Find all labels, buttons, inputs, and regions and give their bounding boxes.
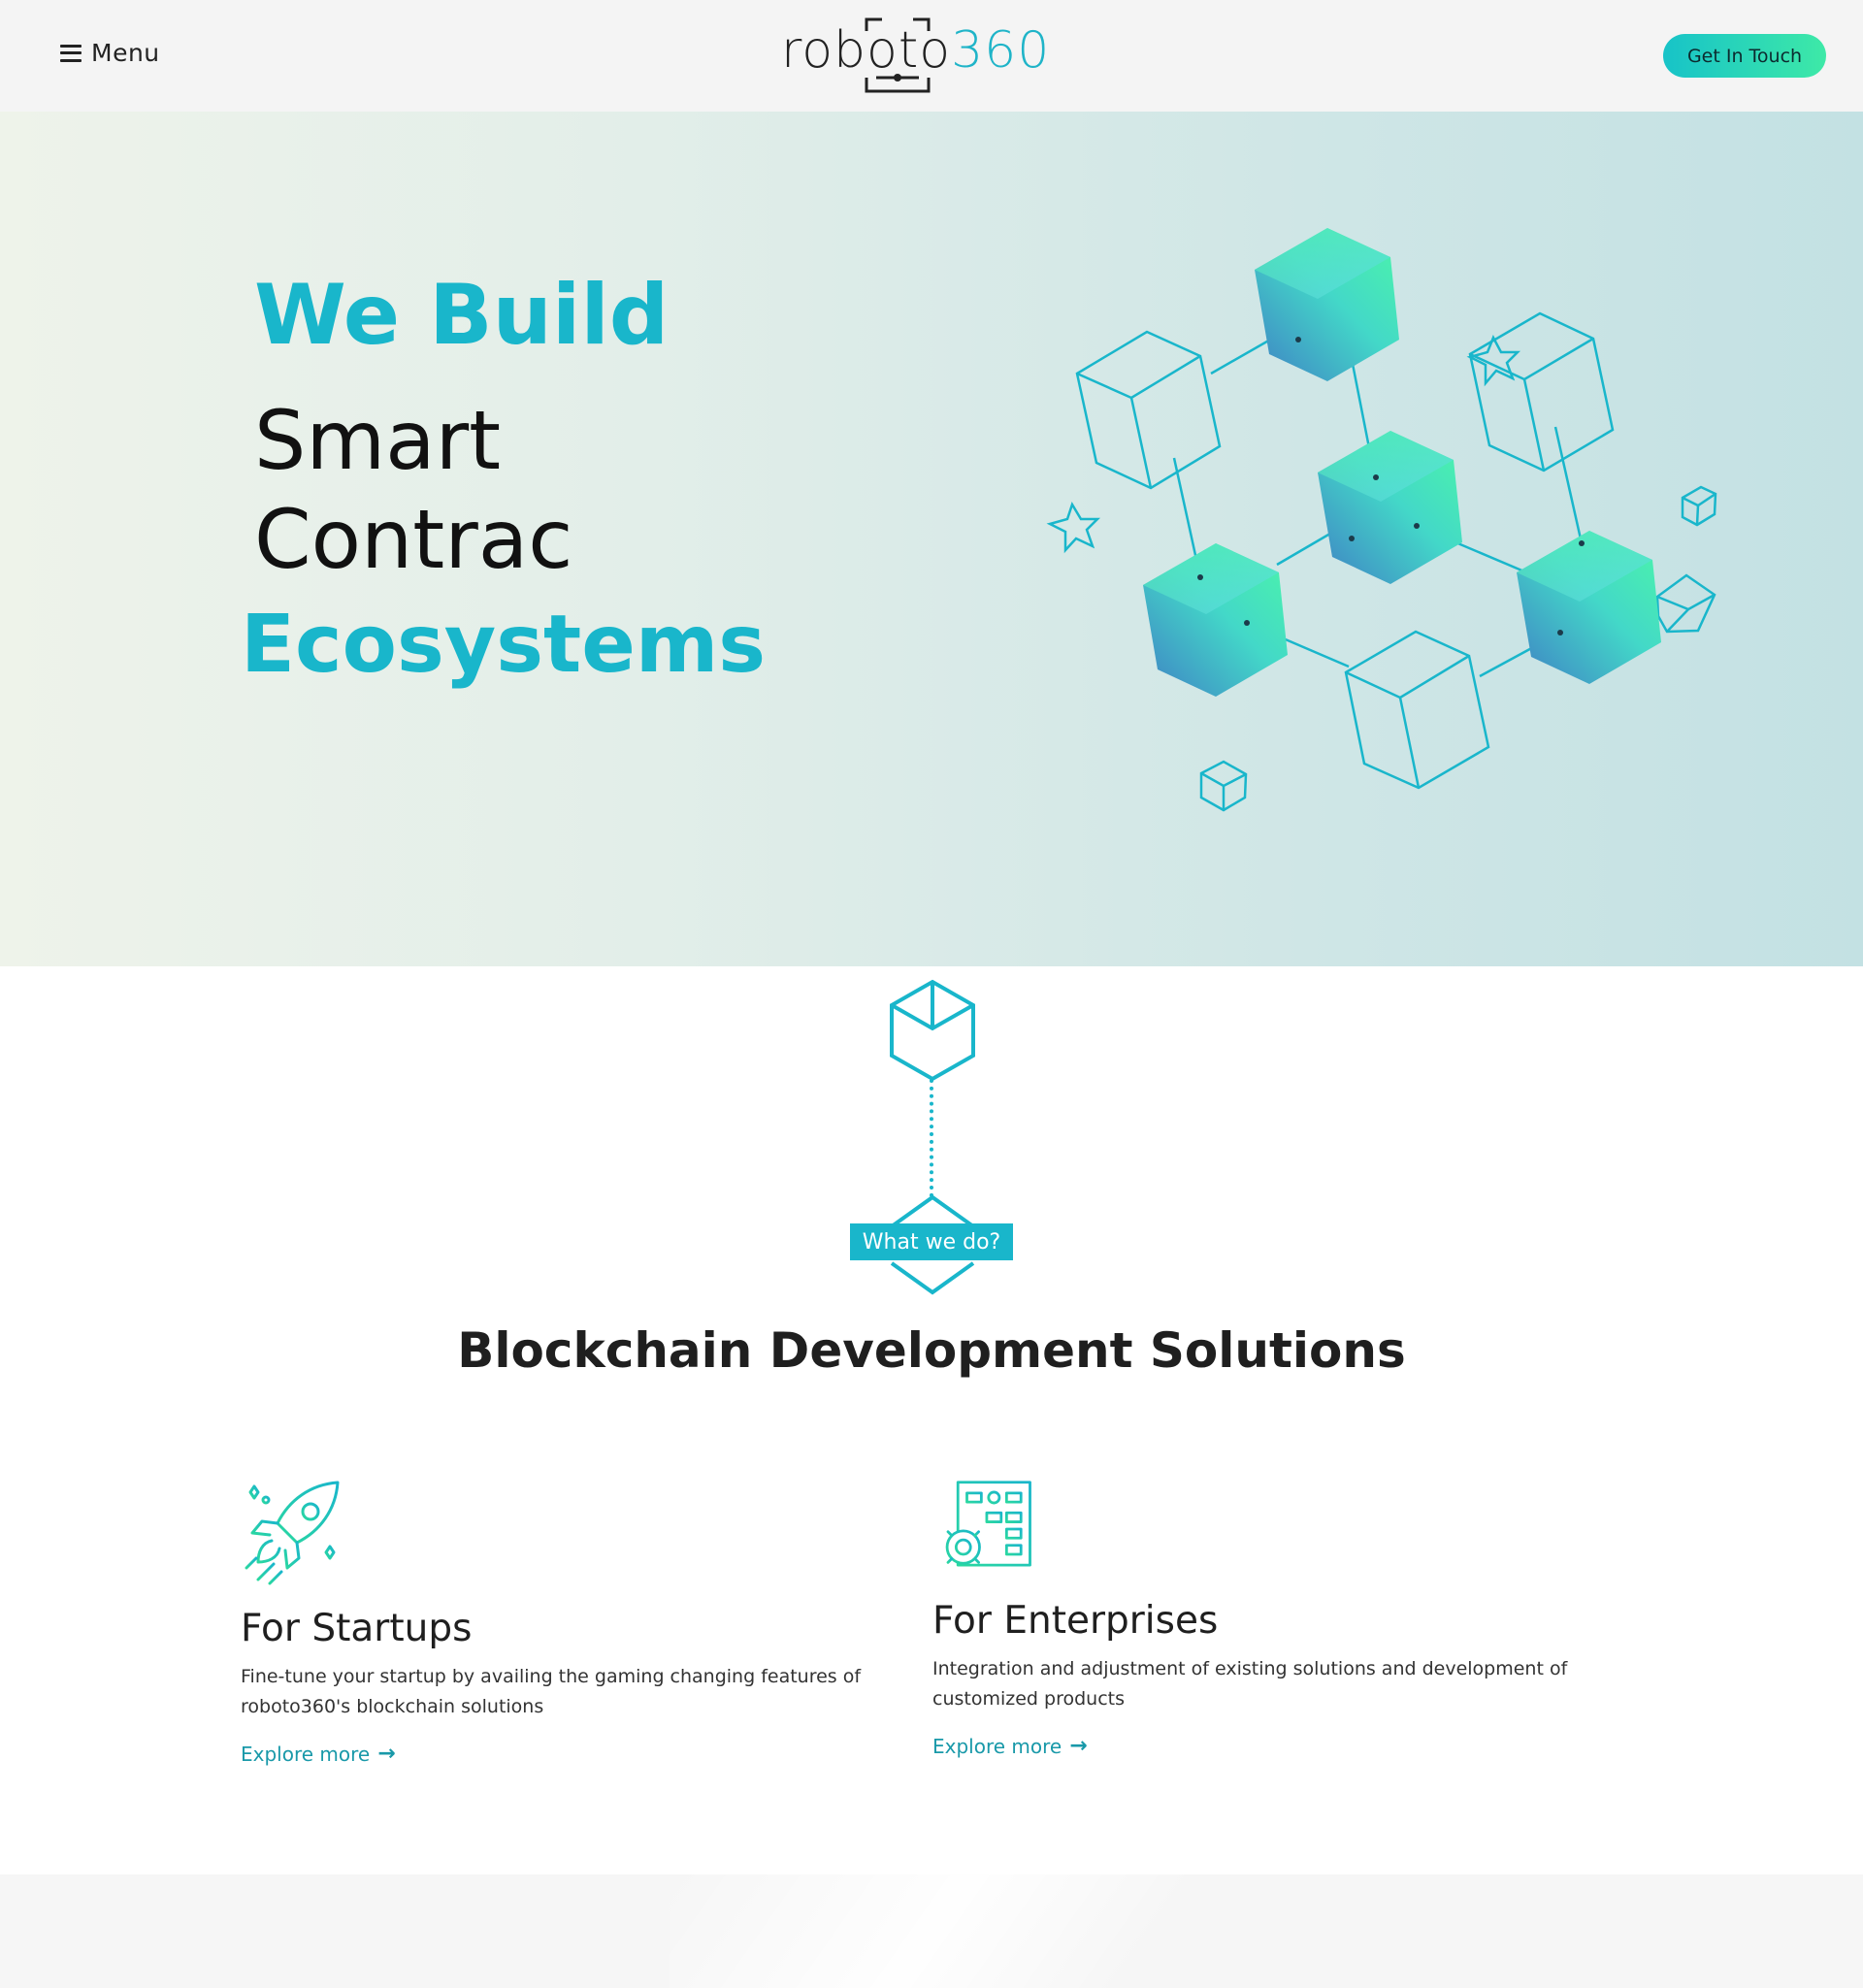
dotted-connector	[930, 1079, 933, 1197]
outline-cube-right	[1468, 311, 1615, 473]
card-title: For Enterprises	[932, 1599, 1219, 1643]
hero-headline-ecosystems: Ecosystems	[241, 599, 767, 691]
solid-cube-right	[1517, 531, 1661, 684]
card-description: Fine-tune your startup by availing the g…	[241, 1666, 862, 1717]
menu-button[interactable]: Menu	[60, 39, 160, 67]
logo-frame-icon	[865, 17, 931, 93]
hero-headline-smart: Smart	[254, 393, 502, 488]
rocket-icon	[243, 1481, 340, 1585]
decorative-light-shape	[670, 1874, 1349, 1988]
next-section-background	[0, 1874, 1863, 1988]
logo[interactable]: roboto360	[781, 17, 1049, 95]
outline-cube-left	[1075, 330, 1222, 490]
card-enterprises: For Enterprises Integration and adjustme…	[932, 1479, 1612, 1758]
star-top-right	[1466, 335, 1521, 387]
hero-section: We Build Smart Contrac Ecosystems	[0, 112, 1863, 966]
small-cube-right	[1655, 573, 1716, 634]
outline-cube-bottom	[1344, 630, 1490, 790]
card-description: Integration and adjustment of existing s…	[932, 1658, 1568, 1710]
section-title: Blockchain Development Solutions	[457, 1322, 1406, 1379]
blockchain-cubes-illustration	[1046, 228, 1717, 812]
solid-cube-top	[1255, 228, 1399, 381]
solid-cube-center	[1318, 431, 1462, 584]
card-title: For Startups	[241, 1607, 473, 1650]
solid-cube-left	[1143, 543, 1288, 697]
menu-label: Menu	[91, 39, 160, 67]
card-startups: For Startups Fine-tune your startup by a…	[241, 1479, 920, 1766]
star-left	[1046, 502, 1101, 554]
explore-more-link-startups[interactable]: Explore more →	[241, 1742, 396, 1766]
site-header: Menu roboto360 Get In Touch	[0, 0, 1863, 112]
explore-more-link-enterprises[interactable]: Explore more →	[932, 1734, 1088, 1758]
get-in-touch-button[interactable]: Get In Touch	[1663, 34, 1826, 78]
small-cube-right-top	[1681, 485, 1717, 527]
arrow-right-icon: →	[1069, 1734, 1088, 1758]
hero-headline-we-build: We Build	[254, 267, 670, 364]
hero-headline-contrac: Contrac	[254, 492, 573, 587]
section-cube-icon	[890, 979, 975, 1082]
what-we-do-tag: What we do?	[850, 1223, 1013, 1260]
hamburger-icon	[60, 44, 82, 62]
arrow-right-icon: →	[377, 1742, 396, 1766]
small-cube-bottom	[1199, 760, 1248, 812]
enterprise-flowchart-gear-icon	[940, 1481, 1031, 1571]
